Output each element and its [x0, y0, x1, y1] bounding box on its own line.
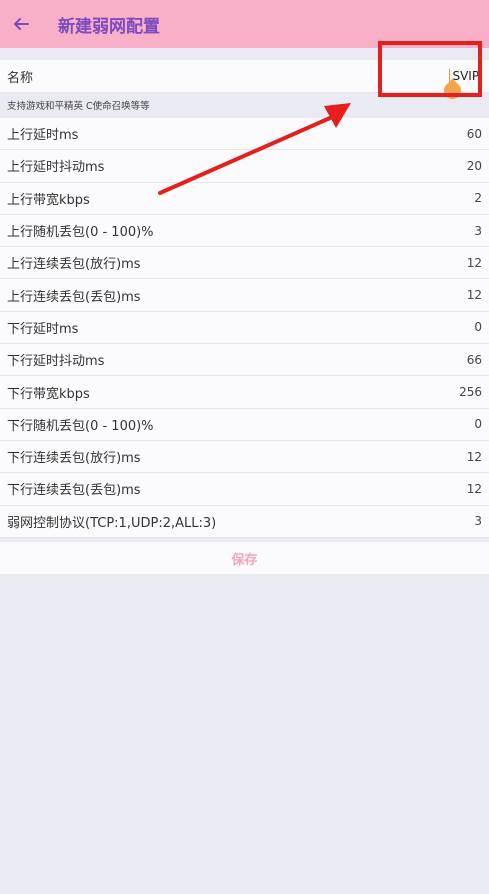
settings-row-value[interactable]: 256	[459, 385, 482, 399]
settings-row-label: 弱网控制协议(TCP:1,UDP:2,ALL:3)	[7, 515, 217, 531]
settings-row-value[interactable]: 3	[474, 514, 482, 528]
settings-row-label: 下行连续丢包(放行)ms	[7, 451, 141, 467]
settings-row-label: 下行延时ms	[7, 321, 79, 337]
settings-row[interactable]: 下行随机丢包(0 - 100)% 0	[0, 409, 489, 441]
settings-row-value[interactable]: 12	[467, 256, 482, 270]
settings-row-value[interactable]: 2	[474, 191, 482, 205]
settings-row-label: 上行连续丢包(丢包)ms	[7, 289, 141, 305]
settings-row-label: 下行随机丢包(0 - 100)%	[7, 418, 154, 434]
settings-row-value[interactable]: 12	[467, 288, 482, 302]
settings-row-label: 上行带宽kbps	[7, 192, 90, 208]
settings-row-label: 上行延时抖动ms	[7, 160, 105, 176]
arrow-left-icon	[14, 18, 29, 30]
settings-row[interactable]: 下行连续丢包(丢包)ms 12	[0, 473, 489, 506]
settings-row[interactable]: 上行带宽kbps 2	[0, 183, 489, 215]
settings-row-label: 上行连续丢包(放行)ms	[7, 257, 141, 273]
settings-row-value[interactable]: 12	[467, 450, 482, 464]
settings-row[interactable]: 下行延时ms 0	[0, 312, 489, 345]
page-title: 新建弱网配置	[58, 16, 160, 37]
settings-row-value[interactable]: 66	[467, 353, 482, 367]
settings-row[interactable]: 下行延时抖动ms 66	[0, 344, 489, 377]
settings-row-value[interactable]: 0	[474, 417, 482, 431]
settings-row-value[interactable]: 0	[474, 320, 482, 334]
settings-row-label: 上行随机丢包(0 - 100)%	[7, 225, 154, 241]
settings-row[interactable]: 上行随机丢包(0 - 100)% 3	[0, 215, 489, 248]
settings-row-label: 下行连续丢包(丢包)ms	[7, 483, 141, 499]
back-button[interactable]	[12, 15, 30, 33]
save-label: 保存	[231, 552, 258, 568]
settings-row-label: 上行延时ms	[7, 128, 79, 144]
settings-row[interactable]: 上行延时抖动ms 20	[0, 150, 489, 183]
hint-text: 支持游戏和平精英 C使命召唤等等	[7, 101, 150, 112]
settings-row-label: 下行带宽kbps	[7, 386, 90, 402]
settings-row[interactable]: 下行带宽kbps 256	[0, 376, 489, 409]
name-field-label: 名称	[7, 70, 34, 86]
settings-row[interactable]: 弱网控制协议(TCP:1,UDP:2,ALL:3) 3	[0, 506, 489, 538]
settings-row[interactable]: 下行连续丢包(放行)ms 12	[0, 441, 489, 474]
annotation-highlight-box	[378, 41, 482, 97]
settings-row[interactable]: 上行延时ms 60	[0, 118, 489, 151]
settings-row-value[interactable]: 60	[467, 127, 482, 141]
settings-row[interactable]: 上行连续丢包(放行)ms 12	[0, 247, 489, 280]
settings-row-value[interactable]: 20	[467, 159, 482, 173]
settings-row-value[interactable]: 12	[467, 482, 482, 496]
settings-row-value[interactable]: 3	[474, 224, 482, 238]
settings-row-label: 下行延时抖动ms	[7, 354, 105, 370]
save-button[interactable]: 保存	[0, 542, 489, 574]
settings-list: 上行延时ms 60 上行延时抖动ms 20 上行带宽kbps 2 上行随机丢包(0 - 10…	[0, 118, 489, 538]
settings-row[interactable]: 上行连续丢包(丢包)ms 12	[0, 279, 489, 312]
